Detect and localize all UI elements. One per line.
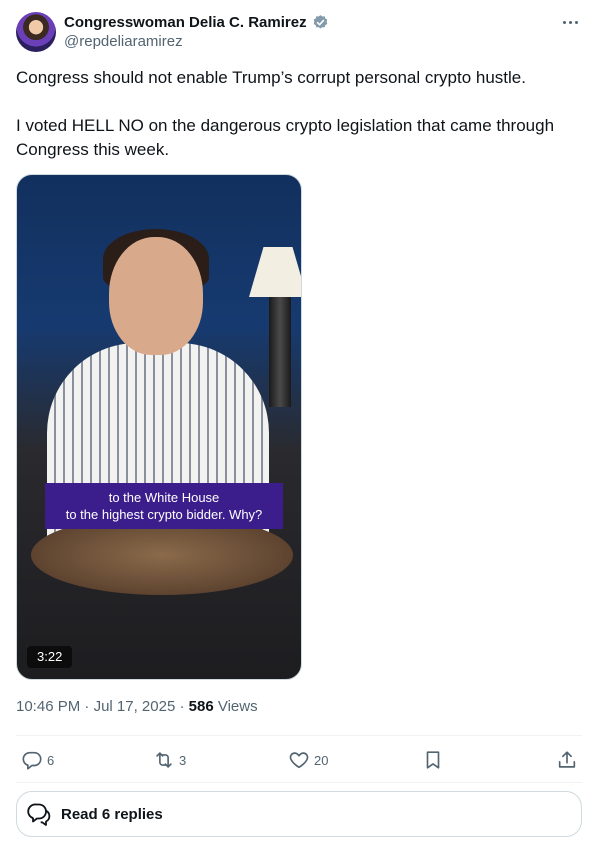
meta-separator-2: · [179,698,185,715]
avatar[interactable] [16,12,56,52]
author-name-row: Congresswoman Delia C. Ramirez [64,12,329,32]
bookmark-icon [426,751,440,769]
divider-bottom [16,782,582,783]
video-frame-person-head [109,237,203,355]
meta-separator: · [84,698,90,715]
video-player[interactable]: to the White House to the highest crypto… [16,174,302,680]
divider-top [16,735,582,736]
tweet-date[interactable]: Jul 17, 2025 [94,698,176,715]
video-frame-lamp-base [269,297,291,407]
repost-button[interactable]: 3 [153,746,186,774]
reply-button[interactable]: 6 [21,746,54,774]
share-icon [558,751,576,768]
author-handle[interactable]: @repdeliaramirez [64,33,183,50]
tweet-paragraph-1: Congress should not enable Trump’s corru… [16,68,526,87]
read-replies-label: Read 6 replies [61,805,163,823]
heart-icon [289,752,309,769]
video-frame-lamp [249,247,301,297]
speech-bubbles-icon [27,803,51,826]
reply-icon [22,751,42,770]
tweet-paragraph-2: I voted HELL NO on the dangerous crypto … [16,116,555,159]
action-bar: 6 3 20 [16,746,582,774]
repost-count: 3 [179,752,187,768]
tweet-meta: 10:46 PM · Jul 17, 2025 · 586 Views [16,698,258,715]
video-caption-line-1: to the White House [108,490,220,505]
views-count: 586 [188,698,214,715]
read-replies-button[interactable]: Read 6 replies [16,791,582,837]
share-button[interactable] [556,746,578,774]
author-name[interactable]: Congresswoman Delia C. Ramirez [64,14,307,31]
bookmark-button[interactable] [422,746,444,774]
verified-badge-icon [313,14,327,29]
video-duration: 3:22 [27,646,73,668]
reply-count: 6 [47,752,55,768]
tweet-time[interactable]: 10:46 PM [16,698,80,715]
like-button[interactable]: 20 [288,746,328,774]
views-label: Views [217,698,258,715]
repost-icon [156,752,172,768]
video-caption: to the White House to the highest crypto… [45,483,283,529]
video-caption-line-2: to the highest crypto bidder. Why? [65,507,263,522]
like-count: 20 [314,752,329,768]
more-icon[interactable] [558,12,582,32]
tweet-text: Congress should not enable Trump’s corru… [16,66,582,186]
